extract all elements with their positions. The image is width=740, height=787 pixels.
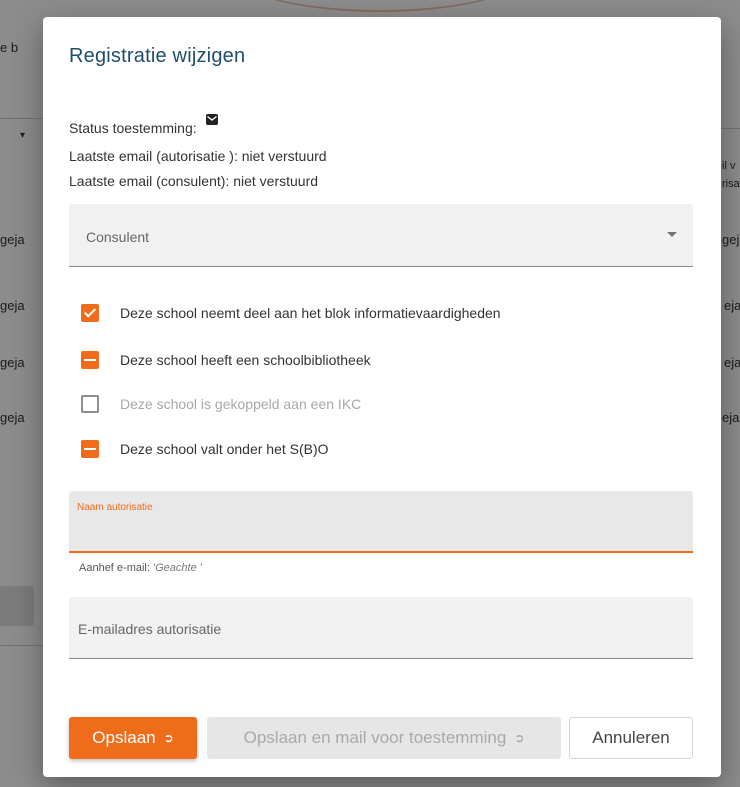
checkbox-school-library[interactable]: Deze school heeft een schoolbibliotheek	[81, 351, 371, 369]
checkbox-indeterminate-icon[interactable]	[81, 440, 99, 458]
last-email-authorisation: Laatste email (autorisatie ): niet verst…	[69, 148, 327, 164]
save-button[interactable]: Opslaan ➲	[69, 717, 197, 759]
salutation-hint: Aanhef e-mail: 'Geachte '	[79, 562, 202, 574]
envelope-icon	[205, 114, 218, 125]
save-and-mail-button-label: Opslaan en mail voor toestemming	[243, 728, 507, 747]
status-consent-label: Status toestemming:	[69, 120, 197, 136]
consultant-select-label: Consulent	[86, 229, 150, 245]
checkbox-unchecked-icon	[81, 395, 99, 413]
checkbox-sbo[interactable]: Deze school valt onder het S(B)O	[81, 440, 329, 458]
save-and-mail-button: Opslaan en mail voor toestemming ➲	[207, 717, 561, 759]
edit-registration-dialog: Registratie wijzigen Status toestemming:…	[43, 17, 721, 777]
salutation-hint-label: Aanhef e-mail:	[79, 562, 150, 574]
dialog-title: Registratie wijzigen	[69, 45, 246, 67]
arrow-right-icon: ➲	[514, 731, 525, 745]
checkbox-label: Deze school heeft een schoolbibliotheek	[120, 352, 371, 368]
authorisation-email-field[interactable]: E-mailadres autorisatie	[69, 597, 693, 659]
salutation-hint-value: 'Geachte '	[153, 562, 202, 574]
authorisation-name-label: Naam autorisatie	[77, 502, 153, 513]
arrow-right-icon: ➲	[163, 731, 174, 745]
last-email-consultant: Laatste email (consulent): niet verstuur…	[69, 173, 319, 189]
cancel-button[interactable]: Annuleren	[569, 717, 693, 759]
checkbox-label: Deze school neemt deel aan het blok info…	[120, 305, 501, 321]
consultant-select[interactable]: Consulent	[69, 204, 693, 267]
checkbox-label: Deze school is gekoppeld aan een IKC	[120, 396, 362, 412]
checkbox-information-skills[interactable]: Deze school neemt deel aan het blok info…	[81, 304, 501, 322]
authorisation-email-placeholder: E-mailadres autorisatie	[78, 621, 222, 637]
checkbox-ikc: Deze school is gekoppeld aan een IKC	[81, 395, 361, 413]
save-button-label: Opslaan	[92, 728, 156, 747]
checkbox-indeterminate-icon[interactable]	[81, 351, 99, 369]
chevron-down-icon	[667, 232, 677, 237]
cancel-button-label: Annuleren	[592, 728, 670, 747]
checkbox-checked-icon[interactable]	[81, 304, 99, 322]
status-consent-row: Status toestemming:	[69, 114, 218, 136]
authorisation-name-field[interactable]: Naam autorisatie	[69, 491, 693, 553]
checkbox-label: Deze school valt onder het S(B)O	[120, 441, 329, 457]
